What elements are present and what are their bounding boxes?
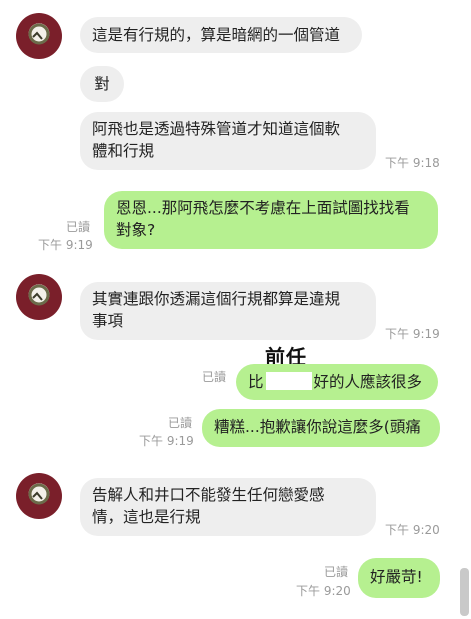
- message-text: 好的人應該很多: [313, 373, 423, 391]
- timestamp: 下午 9:19: [139, 434, 194, 448]
- message-text-line: 恩恩...那阿飛怎麼不考慮在上面試圖找找看: [116, 199, 410, 217]
- message-bubble-incoming[interactable]: 告解人和井口不能發生任何戀愛感 情，這也是行規: [80, 478, 376, 536]
- timestamp: 下午 9:19: [38, 238, 93, 252]
- message-text: 這是有行規的，算是暗網的一個管道: [92, 26, 341, 44]
- message-text: 比: [248, 373, 264, 391]
- avatar[interactable]: [16, 13, 62, 59]
- profile-avatar-icon: [28, 483, 50, 505]
- message-text: 對: [94, 75, 110, 93]
- message-text: 好嚴苛!: [370, 568, 423, 586]
- message-bubble-incoming[interactable]: 這是有行規的，算是暗網的一個管道: [80, 17, 362, 53]
- message-bubble-outgoing[interactable]: 糟糕...抱歉讓你說這麼多(頭痛: [202, 409, 440, 447]
- profile-avatar-icon: [28, 284, 50, 306]
- read-receipt: 已讀: [66, 220, 91, 234]
- read-receipt: 已讀: [202, 370, 227, 384]
- read-receipt: 已讀: [168, 416, 193, 430]
- message-bubble-outgoing[interactable]: 好嚴苛!: [358, 558, 440, 598]
- message-text-line: 其實連跟你透漏這個行規都算是違規: [92, 290, 341, 308]
- timestamp: 下午 9:20: [296, 584, 351, 598]
- read-receipt: 已讀: [324, 565, 349, 579]
- message-bubble-outgoing[interactable]: 比 好的人應該很多: [236, 364, 438, 400]
- profile-avatar-icon: [28, 23, 50, 45]
- avatar[interactable]: [16, 473, 62, 519]
- message-text-line: 告解人和井口不能發生任何戀愛感: [92, 486, 325, 504]
- message-text-line: 體和行規: [92, 142, 155, 160]
- timestamp: 下午 9:18: [385, 156, 440, 170]
- message-bubble-incoming[interactable]: 阿飛也是透過特殊管道才知道這個軟 體和行規: [80, 112, 376, 170]
- message-text-line: 事項: [92, 312, 124, 330]
- message-bubble-incoming[interactable]: 其實連跟你透漏這個行規都算是違規 事項: [80, 282, 376, 340]
- timestamp: 下午 9:20: [385, 523, 440, 537]
- redaction-box: [265, 372, 312, 390]
- message-text-line: 阿飛也是透過特殊管道才知道這個軟: [92, 120, 341, 138]
- message-text-line: 情，這也是行規: [92, 508, 201, 526]
- message-text: 糟糕...抱歉讓你說這麼多(頭痛: [214, 418, 421, 436]
- avatar[interactable]: [16, 274, 62, 320]
- message-text-line: 對象?: [116, 221, 156, 239]
- scrollbar[interactable]: [460, 568, 469, 616]
- chat-view: 這是有行規的，算是暗網的一個管道 對 阿飛也是透過特殊管道才知道這個軟 體和行規…: [0, 0, 471, 619]
- timestamp: 下午 9:19: [385, 327, 440, 341]
- message-bubble-outgoing[interactable]: 恩恩...那阿飛怎麼不考慮在上面試圖找找看 對象?: [104, 191, 438, 249]
- message-bubble-incoming[interactable]: 對: [80, 66, 124, 102]
